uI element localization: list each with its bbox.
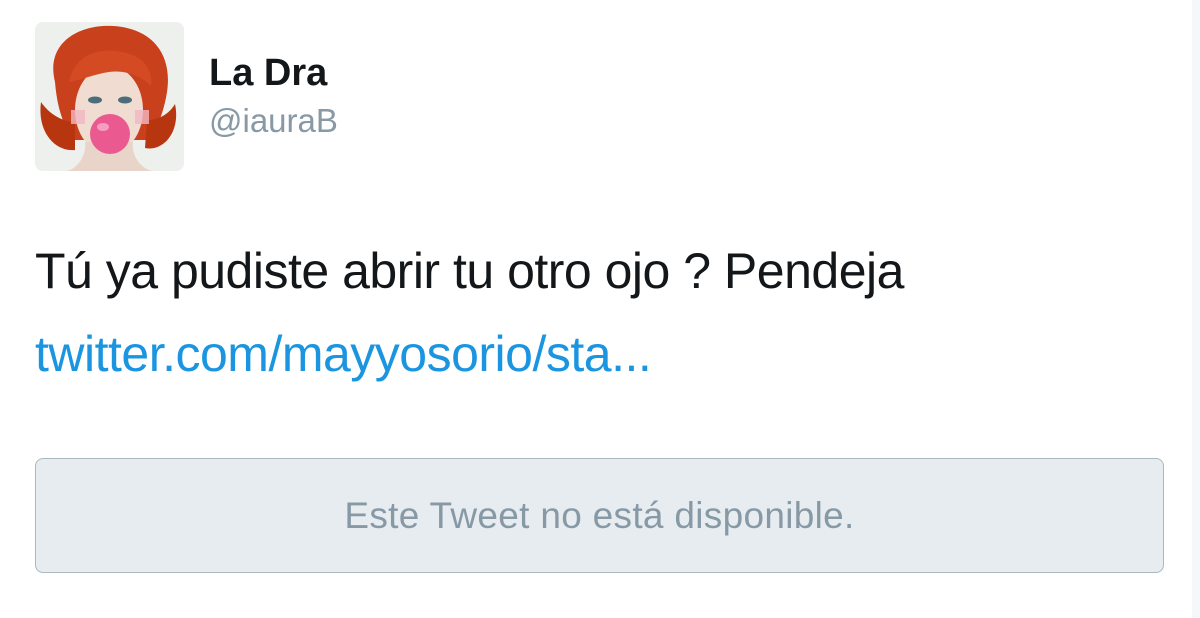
quoted-tweet-unavailable: Este Tweet no está disponible. xyxy=(35,458,1164,573)
user-avatar[interactable] xyxy=(35,22,184,171)
tweet-card: La Dra @iauraB Tú ya pudiste abrir tu ot… xyxy=(0,0,1200,618)
tweet-text: Tú ya pudiste abrir tu otro ojo ? Pendej… xyxy=(35,243,904,299)
avatar-image xyxy=(35,22,184,171)
right-edge-divider xyxy=(1192,0,1200,618)
display-name[interactable]: La Dra xyxy=(209,50,327,96)
tweet-link[interactable]: twitter.com/mayyosorio/sta... xyxy=(35,323,652,385)
unavailable-message: Este Tweet no está disponible. xyxy=(344,494,855,536)
user-handle[interactable]: @iauraB xyxy=(209,101,338,141)
